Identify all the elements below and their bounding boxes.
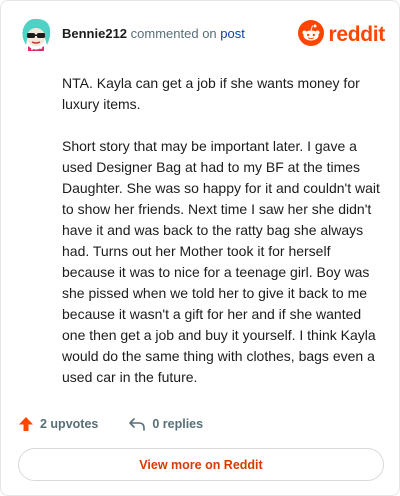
comment-paragraph-1: NTA. Kayla can get a job if she wants mo…: [62, 75, 360, 112]
reply-button[interactable]: 0 replies: [128, 416, 203, 432]
comment-meta: Bennie212 commented on post: [62, 26, 245, 41]
post-link[interactable]: post: [220, 26, 245, 41]
brand-name: reddit: [328, 23, 385, 46]
comment-actions: 2 upvotes 0 replies: [18, 413, 233, 435]
upvote-arrow-icon: [19, 417, 33, 431]
action-text: commented on: [130, 26, 217, 41]
upvote-count: 2 upvotes: [40, 417, 99, 431]
comment-paragraph-2: Short story that may be important later.…: [62, 138, 380, 385]
reddit-snoo-icon: [298, 19, 325, 51]
username-link[interactable]: Bennie212: [62, 26, 127, 41]
view-more-button[interactable]: View more on Reddit: [18, 448, 384, 481]
comment-embed-card: Bennie212 commented on post reddit NTA. …: [0, 0, 400, 496]
comment-header: Bennie212 commented on post reddit: [17, 15, 385, 55]
upvote-button[interactable]: 2 upvotes: [18, 416, 98, 432]
reply-arrow-icon: [129, 418, 146, 431]
comment-body: NTA. Kayla can get a job if she wants mo…: [62, 73, 380, 409]
user-avatar-icon[interactable]: [17, 15, 55, 53]
reply-count: 0 replies: [152, 417, 204, 431]
reddit-logo[interactable]: reddit: [298, 19, 385, 51]
